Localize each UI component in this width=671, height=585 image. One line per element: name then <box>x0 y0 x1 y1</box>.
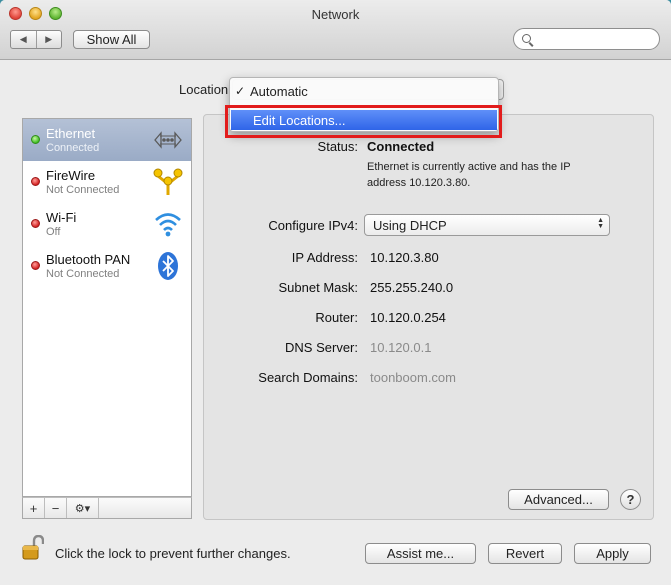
checkmark-icon: ✓ <box>234 84 246 98</box>
service-status: Off <box>46 226 61 238</box>
back-arrow-icon[interactable]: ◀ <box>11 31 37 48</box>
show-all-button[interactable]: Show All <box>73 30 150 49</box>
revert-button[interactable]: Revert <box>488 543 562 564</box>
router-value: 10.120.0.254 <box>370 310 446 325</box>
service-item-wifi[interactable]: Wi-Fi Off <box>23 203 191 245</box>
lock-message: Click the lock to prevent further change… <box>55 546 291 561</box>
service-status: Not Connected <box>46 184 120 196</box>
configure-ipv4-popup[interactable]: Using DHCP ▲ ▼ <box>364 214 610 236</box>
search-field[interactable] <box>513 28 660 50</box>
updown-arrows-icon: ▲ ▼ <box>597 217 604 230</box>
status-description: Ethernet is currently active and has the… <box>367 161 571 189</box>
gear-icon[interactable]: ⚙▾ <box>67 498 99 518</box>
status-label: Status: <box>317 139 358 154</box>
status-dot-icon <box>31 261 40 270</box>
configure-ipv4-label: Configure IPv4: <box>268 218 358 233</box>
ip-address-value: 10.120.3.80 <box>370 250 439 265</box>
status-value: Connected <box>367 139 435 154</box>
service-name: Bluetooth PAN <box>46 252 131 267</box>
search-icon <box>522 34 531 43</box>
service-status: Connected <box>46 142 100 154</box>
search-input[interactable] <box>536 31 654 47</box>
ethernet-icon <box>154 131 182 149</box>
location-menu: ✓ Automatic Edit Locations... <box>229 77 499 132</box>
router-label: Router: <box>315 310 358 325</box>
title-bar: Network ◀ ▶ Show All <box>0 0 671 60</box>
service-name: FireWire <box>46 168 96 183</box>
status-dot-icon <box>31 219 40 228</box>
service-item-ethernet[interactable]: Ethernet Connected <box>23 119 191 161</box>
subnet-mask-label: Subnet Mask: <box>278 280 359 295</box>
search-domains-label: Search Domains: <box>258 370 358 385</box>
search-domains-value: toonboom.com <box>370 370 456 385</box>
menu-item-automatic[interactable]: ✓ Automatic <box>230 81 498 101</box>
lock-open-icon[interactable] <box>22 535 44 561</box>
assist-me-button[interactable]: Assist me... <box>365 543 476 564</box>
service-name: Wi-Fi <box>46 210 77 225</box>
wifi-icon <box>155 213 181 237</box>
service-item-bluetooth-pan[interactable]: Bluetooth PAN Not Connected <box>23 245 191 287</box>
add-service-button[interactable]: + <box>23 498 45 518</box>
firewire-icon <box>153 168 183 195</box>
menu-item-automatic-label: Automatic <box>250 83 308 99</box>
network-preferences-window: Network ◀ ▶ Show All Location: ✓ Automat… <box>0 0 671 585</box>
dns-server-label: DNS Server: <box>285 340 358 355</box>
remove-service-button[interactable]: − <box>45 498 67 518</box>
help-button[interactable]: ? <box>620 489 641 510</box>
status-dot-icon <box>31 135 40 144</box>
menu-separator <box>230 105 498 106</box>
back-forward-control: ◀ ▶ <box>10 30 62 49</box>
configure-ipv4-value: Using DHCP <box>373 217 447 233</box>
subnet-mask-value: 255.255.240.0 <box>370 280 454 295</box>
service-name: Ethernet <box>46 126 96 141</box>
forward-arrow-icon[interactable]: ▶ <box>37 31 62 48</box>
service-list-controls: + − ⚙▾ <box>22 497 192 519</box>
ip-address-label: IP Address: <box>291 250 358 265</box>
service-list: Ethernet Connected FireWire Not Connecte… <box>22 118 192 497</box>
service-status: Not Connected <box>46 268 120 280</box>
advanced-button[interactable]: Advanced... <box>508 489 609 510</box>
window-title: Network <box>311 7 360 22</box>
location-label: Location: <box>179 82 232 97</box>
menu-item-edit-locations[interactable]: Edit Locations... <box>231 110 497 130</box>
status-dot-icon <box>31 177 40 186</box>
dns-server-value: 10.120.0.1 <box>370 340 432 355</box>
bluetooth-icon <box>158 252 178 280</box>
service-item-firewire[interactable]: FireWire Not Connected <box>23 161 191 203</box>
apply-button[interactable]: Apply <box>574 543 651 564</box>
